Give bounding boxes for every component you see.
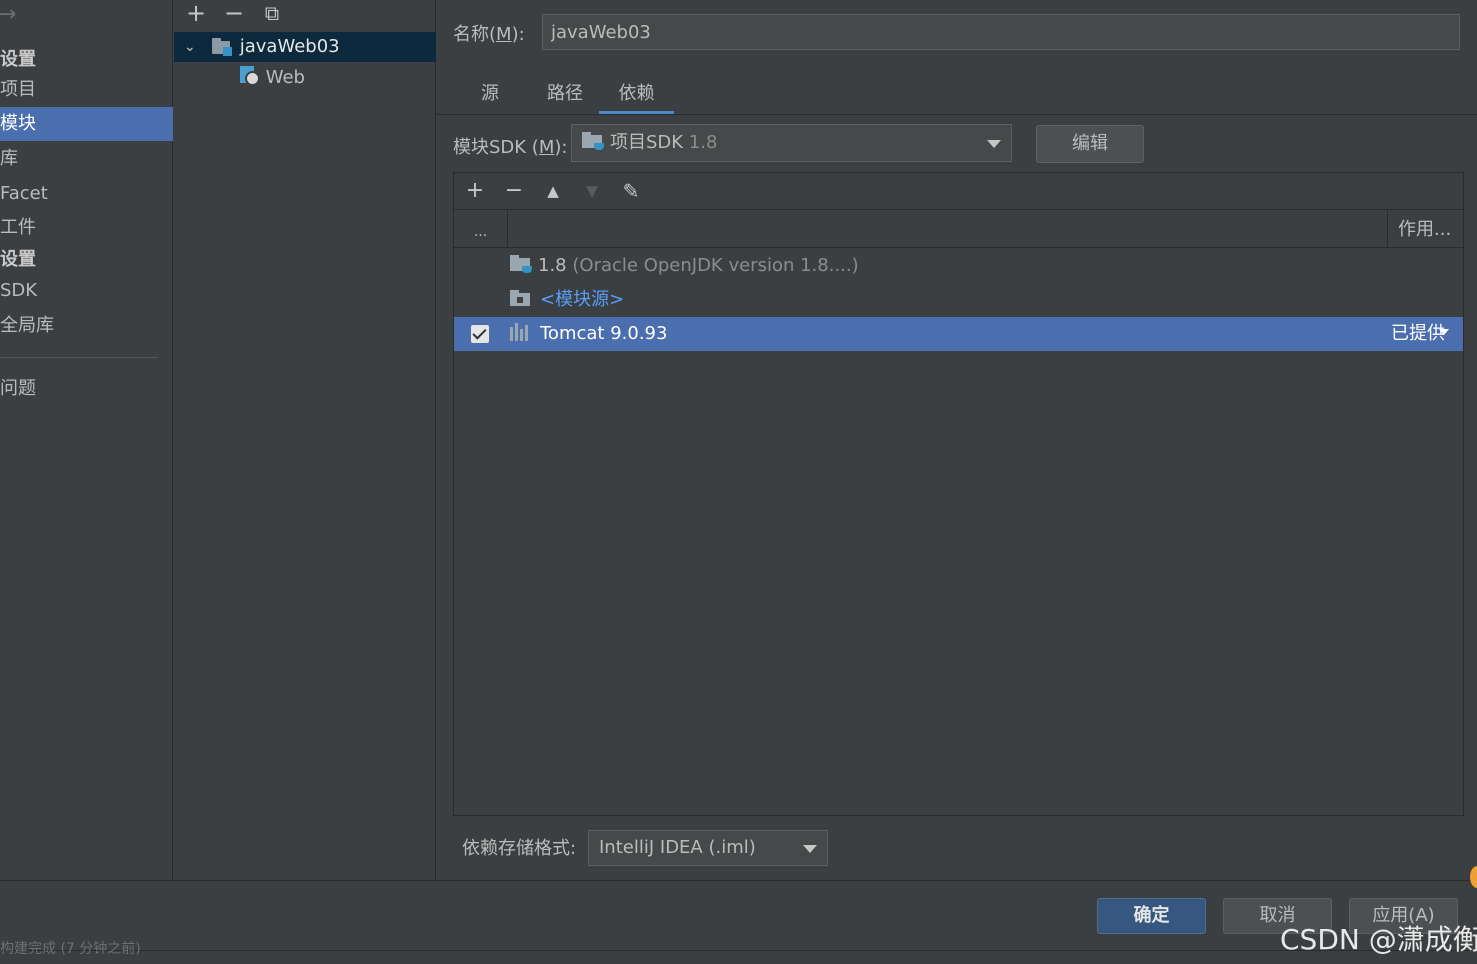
copy-icon[interactable]: ⧉ (258, 0, 286, 28)
web-facet-icon (240, 66, 260, 86)
nav-section-platform-settings: 设置 (0, 249, 36, 270)
notification-indicator (1470, 866, 1477, 888)
move-down-icon[interactable]: ▼ (577, 177, 607, 207)
tab-divider (437, 114, 1477, 115)
module-detail-panel: 名称(M): 源 路径 依赖 模块SDK (M): 项目SDK 1.8 编辑 +… (437, 0, 1477, 880)
remove-dependency-icon[interactable]: − (499, 177, 529, 207)
module-tree-panel: + − ⧉ ⌄ javaWeb03 Web (174, 0, 436, 880)
dependency-row-jdk[interactable]: 1.8 (Oracle OpenJDK version 1.8....) (454, 249, 1463, 283)
chevron-down-icon[interactable]: ⌄ (184, 32, 196, 62)
dependency-row-module-source[interactable]: <模块源> (454, 283, 1463, 317)
module-sdk-select[interactable]: 项目SDK 1.8 (571, 124, 1012, 162)
tree-facet-label: Web (265, 67, 305, 88)
scope-column-header[interactable]: 作用... (1387, 210, 1463, 248)
storage-format-select[interactable]: IntelliJ IDEA (.iml) (588, 830, 828, 866)
nav-item-artifacts[interactable]: 工件 (0, 211, 173, 245)
nav-item-global-libraries[interactable]: 全局库 (0, 309, 173, 343)
nav-item-facets[interactable]: Facet (0, 177, 173, 211)
tab-dependencies[interactable]: 依赖 (599, 76, 674, 114)
nav-item-project[interactable]: 项目 (0, 73, 173, 107)
status-text: 构建完成 (7 分钟之前) (0, 941, 141, 957)
sdk-folder-icon (582, 132, 604, 150)
dependencies-toolbar: + − ▲ ▼ ✎ (454, 173, 1463, 210)
name-label: 名称(M): (453, 24, 525, 45)
module-name-input[interactable] (542, 14, 1460, 50)
library-icon (510, 323, 532, 341)
export-column-header[interactable]: ... (454, 210, 508, 248)
edit-sdk-button[interactable]: 编辑 (1036, 125, 1144, 163)
nav-item-sdks[interactable]: SDK (0, 274, 173, 308)
tree-item-module[interactable]: ⌄ javaWeb03 (174, 32, 436, 62)
nav-item-libraries[interactable]: 库 (0, 142, 173, 176)
module-folder-icon (212, 38, 234, 56)
scope-caret-icon (1439, 329, 1449, 335)
footer-divider (0, 880, 1477, 881)
forward-arrow-icon[interactable]: → (0, 2, 16, 27)
dependencies-table: + − ▲ ▼ ✎ ... 作用... 1.8 (Oracle OpenJDK … (453, 172, 1464, 816)
nav-item-problems[interactable]: 问题 (0, 372, 173, 406)
ok-button[interactable]: 确定 (1097, 898, 1206, 934)
settings-nav: → 设置 项目 模块 库 Facet 工件 设置 SDK 全局库 问题 (0, 0, 173, 880)
tab-paths[interactable]: 路径 (537, 76, 593, 114)
nav-divider (0, 357, 158, 358)
dependencies-header: ... 作用... (454, 210, 1463, 248)
jdk-icon (510, 255, 532, 273)
dropdown-caret-icon (987, 140, 1001, 148)
tree-item-web-facet[interactable]: Web (174, 63, 436, 93)
move-up-icon[interactable]: ▲ (538, 177, 568, 207)
module-sdk-label: 模块SDK (M): (453, 137, 568, 158)
add-icon[interactable]: + (182, 0, 210, 28)
nav-item-modules[interactable]: 模块 (0, 107, 173, 141)
storage-format-label: 依赖存储格式: (462, 838, 577, 859)
edit-pencil-icon[interactable]: ✎ (616, 177, 646, 207)
export-checkbox[interactable] (471, 325, 489, 343)
dropdown-caret-icon (803, 845, 817, 853)
tree-module-label: javaWeb03 (239, 36, 340, 57)
source-folder-icon (510, 290, 532, 306)
status-bar (0, 950, 1477, 964)
add-dependency-icon[interactable]: + (460, 177, 490, 207)
watermark: CSDN @潇成衡 (1280, 923, 1477, 956)
remove-icon[interactable]: − (220, 0, 248, 28)
scope-select[interactable]: 已提供 (1391, 317, 1449, 351)
tab-sources[interactable]: 源 (469, 76, 511, 114)
nav-section-project-settings: 设置 (0, 49, 36, 70)
dependency-row-tomcat[interactable]: Tomcat 9.0.93 已提供 (454, 317, 1463, 351)
